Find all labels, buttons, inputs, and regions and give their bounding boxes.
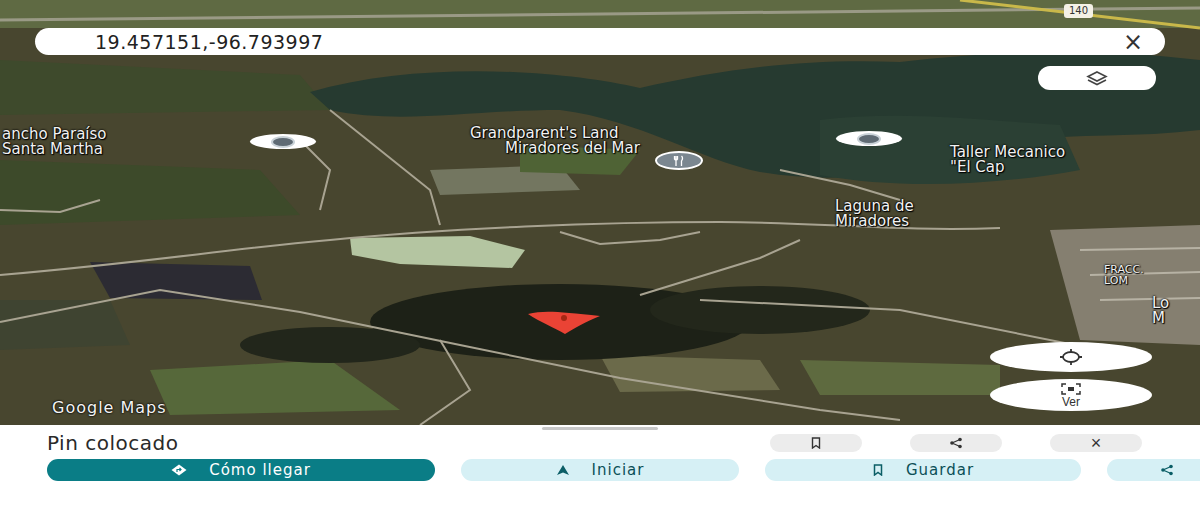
view-button[interactable]: Ver xyxy=(990,379,1152,411)
save-button[interactable]: Guardar xyxy=(765,459,1081,481)
start-button[interactable]: Iniciar xyxy=(461,459,739,481)
restaurant-marker-icon[interactable] xyxy=(655,151,703,170)
crosshair-icon xyxy=(1058,348,1084,366)
place-label[interactable]: LoM xyxy=(1152,296,1169,326)
search-bar[interactable]: 19.457151,-96.793997 × xyxy=(35,28,1165,55)
place-label[interactable]: Taller Mecanico"El Cap xyxy=(950,145,1065,175)
share-action[interactable] xyxy=(910,434,1002,452)
place-label[interactable]: Grandparent's Land xyxy=(470,126,618,141)
maps-screen: 140 ancho ParaísoSanta Martha Grandparen… xyxy=(0,0,1200,507)
bookmark-icon xyxy=(811,437,821,449)
share-button[interactable] xyxy=(1107,459,1200,481)
place-label[interactable]: ancho ParaísoSanta Martha xyxy=(2,127,106,157)
place-label[interactable]: Laguna deMiradores xyxy=(835,199,914,229)
clear-button[interactable]: × xyxy=(1123,30,1143,54)
map-attribution: Google Maps xyxy=(52,398,167,417)
my-location-button[interactable] xyxy=(990,342,1152,372)
place-marker-icon[interactable] xyxy=(836,131,902,146)
bottom-sheet: Pin colocado × Cómo llegar Iniciar Guard… xyxy=(0,425,1200,507)
satellite-map[interactable]: 140 ancho ParaísoSanta Martha Grandparen… xyxy=(0,0,1200,425)
directions-button[interactable]: Cómo llegar xyxy=(47,459,435,481)
layers-button[interactable] xyxy=(1038,66,1156,90)
place-label[interactable]: Miradores del Mar xyxy=(505,141,640,156)
layers-icon xyxy=(1086,70,1108,86)
sheet-title: Pin colocado xyxy=(47,431,178,455)
bookmark-icon xyxy=(872,464,884,476)
pin-icon[interactable] xyxy=(528,312,600,334)
close-action[interactable]: × xyxy=(1050,434,1142,452)
street-view-icon xyxy=(1059,383,1083,395)
navigation-icon xyxy=(556,464,570,476)
road-badge: 140 xyxy=(1064,4,1093,18)
sheet-handle[interactable] xyxy=(542,427,658,430)
place-marker-icon[interactable] xyxy=(250,134,316,149)
place-label[interactable]: FRACC.LOM xyxy=(1104,264,1144,286)
share-icon xyxy=(1160,464,1174,476)
save-action[interactable] xyxy=(770,434,862,452)
directions-icon xyxy=(171,464,187,476)
share-icon xyxy=(949,437,963,449)
search-query[interactable]: 19.457151,-96.793997 xyxy=(95,31,323,53)
